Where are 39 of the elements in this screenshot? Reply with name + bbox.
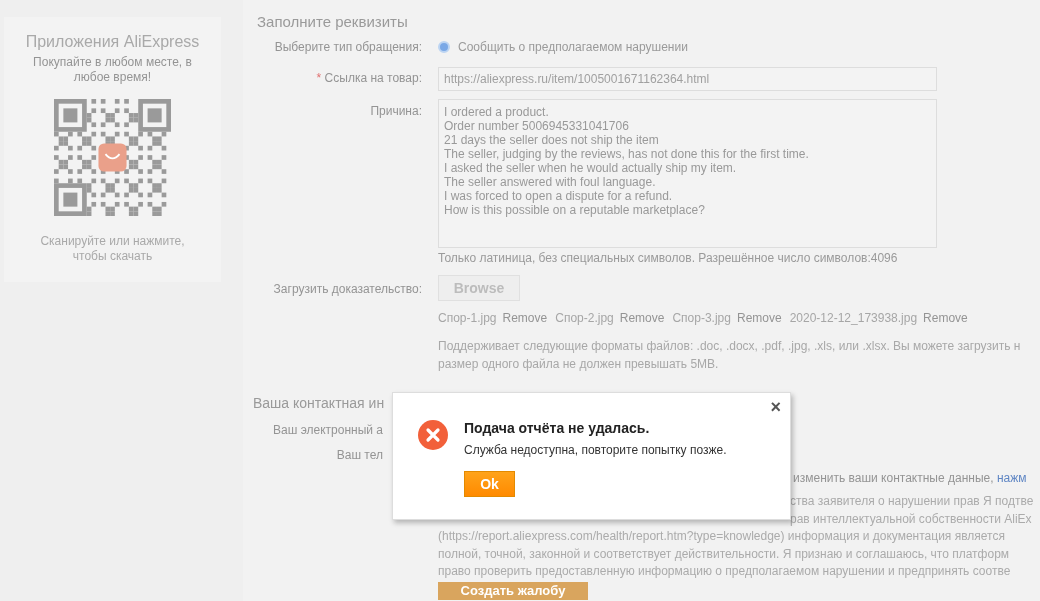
ok-button[interactable]: Ok xyxy=(464,471,515,497)
declaration-text: рав интеллектуальной собственности AliEx xyxy=(790,510,1033,528)
declaration-text: полной, точной, законной и соответствует действительности. Я признаю и соглашаюсь, что платформ xyxy=(438,545,1011,563)
remove-link[interactable]: Remove xyxy=(619,311,665,325)
field-label: Выберите тип обращения: xyxy=(273,40,422,54)
file-name: Спор-2.jpg xyxy=(555,311,614,325)
remove-link[interactable]: Remove xyxy=(736,311,782,325)
hint-text: Только латиница, без специальных символов. Разрешённое число символов:4096 xyxy=(438,251,899,265)
field-label: Ваш электронный а xyxy=(272,423,383,437)
declaration-text: ства заявителя о нарушении прав Я подтве xyxy=(790,493,1035,510)
file-name: Спор-3.jpg xyxy=(672,311,731,325)
section-title: Заполните реквизиты xyxy=(257,13,409,30)
dialog-message: Служба недоступна, повторите попытку позже. xyxy=(464,443,727,457)
contact-note: изменить ваши контактные данные, xyxy=(793,471,994,485)
field-label: Ваш тел xyxy=(335,448,383,462)
field-label: Ссылка на товар: xyxy=(324,71,422,85)
declaration-text: (https://report.aliexpress.com/health/report.htm?type=knowledge) информация и документация является xyxy=(438,528,1006,545)
promo-subtitle: Покупайте в любом месте, в любое время! xyxy=(32,55,193,85)
error-icon xyxy=(418,420,448,450)
formats-text: размер одного файла не должен превышать 5MB. xyxy=(438,356,720,373)
promo-caption: Сканируйте или нажмите, чтобы скачать xyxy=(39,234,186,264)
file-name: Спор-1.jpg xyxy=(438,311,497,325)
field-label: Загрузить доказательство: xyxy=(272,281,422,296)
link-field[interactable]: https://aliexpress.ru/item/1005001671162364.html xyxy=(438,67,937,91)
field-label: Причина: xyxy=(369,103,422,118)
promo-title: Приложения AliExpress xyxy=(25,33,200,51)
section-title: Ваша контактная ин xyxy=(253,395,385,411)
radio-button[interactable] xyxy=(438,41,450,53)
declaration-text: право проверить предоставленную информацию о предполагаемом нарушении и предпринять соотве xyxy=(438,563,1012,580)
required-mark: * xyxy=(316,71,322,85)
change-link[interactable]: нажм xyxy=(996,471,1027,485)
radio-label[interactable]: Сообщить о предполагаемом нарушении xyxy=(458,40,688,54)
remove-link[interactable]: Remove xyxy=(502,311,548,325)
reason-field[interactable]: I ordered a product. Order number 5006945331041706 21 days the seller does not ship the item The seller, judging by the reviews, has not done this for the first time. I asked the seller when he would actually ship my item. The seller answered with foul language. I was forced to open a dispute for a refund. How is this possible on a reputable marketplace? xyxy=(438,99,937,248)
dialog-title: Подача отчёта не удалась. xyxy=(464,420,651,436)
formats-text: Поддерживает следующие форматы файлов: .doc, .docx, .pdf, .jpg, .xls, или .xlsx. Вы можете загрузить н xyxy=(438,338,1021,355)
remove-link[interactable]: Remove xyxy=(923,311,968,325)
qr-code[interactable] xyxy=(54,99,171,216)
file-name: 2020-12-12_173938.jpg xyxy=(789,311,918,325)
